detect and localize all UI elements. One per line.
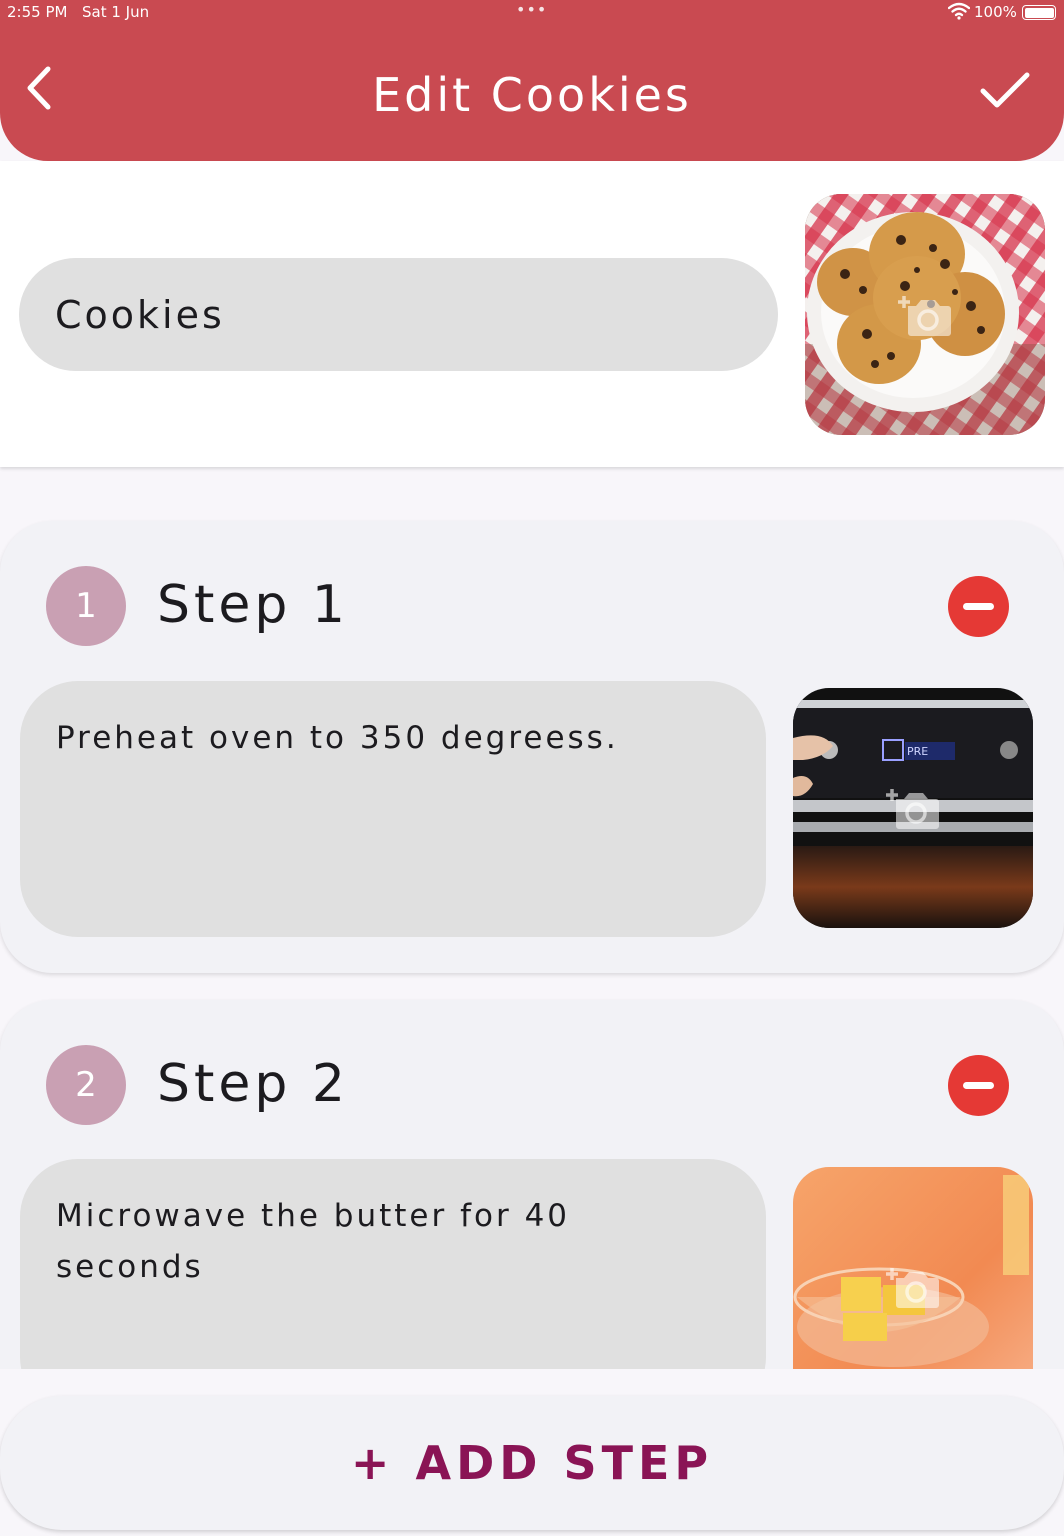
add-photo-icon [886, 1268, 939, 1308]
checkmark-icon [980, 72, 1030, 108]
step-description-input[interactable] [20, 681, 766, 937]
step-card: 1 Step 1 PRE [0, 521, 1064, 973]
add-step-label: + ADD STEP [350, 1436, 714, 1490]
step-title: Step 2 [157, 1054, 350, 1114]
wifi-icon [948, 2, 970, 20]
step-number-badge: 1 [46, 566, 126, 646]
step-number-badge: 2 [46, 1045, 126, 1125]
minus-icon [963, 1082, 994, 1089]
save-button[interactable] [972, 60, 1038, 120]
battery-icon [1022, 5, 1056, 20]
remove-step-button[interactable] [948, 1055, 1009, 1116]
step-photo[interactable]: PRE [793, 688, 1033, 928]
remove-step-button[interactable] [948, 576, 1009, 637]
svg-text:PRE: PRE [907, 745, 928, 758]
multitask-dots-icon[interactable]: ••• [516, 0, 547, 19]
page-title: Edit Cookies [372, 68, 692, 122]
add-step-button[interactable]: + ADD STEP [0, 1396, 1064, 1530]
battery-percent: 100% [974, 3, 1017, 21]
status-date: Sat 1 Jun [82, 3, 150, 21]
status-time: 2:55 PM [7, 3, 68, 21]
recipe-name-card [0, 161, 1064, 467]
minus-icon [963, 603, 994, 610]
status-bar: 2:55 PM Sat 1 Jun ••• 100% [0, 0, 1064, 26]
app-header: 2:55 PM Sat 1 Jun ••• 100% Edit Cookies [0, 0, 1064, 161]
recipe-name-input[interactable] [19, 258, 778, 371]
step-title: Step 1 [157, 575, 350, 635]
add-photo-icon [886, 789, 939, 829]
add-photo-icon [898, 295, 951, 336]
recipe-photo[interactable] [805, 194, 1045, 435]
